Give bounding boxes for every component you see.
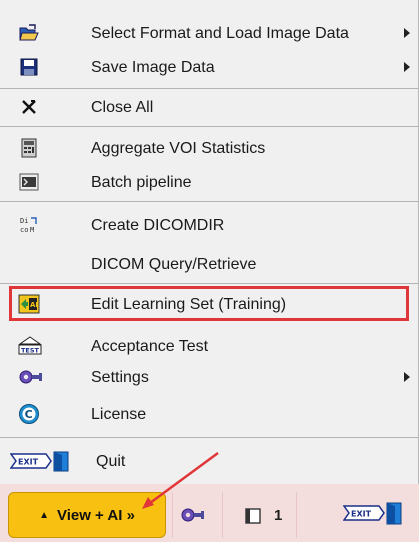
annotation-arrow (142, 451, 219, 509)
